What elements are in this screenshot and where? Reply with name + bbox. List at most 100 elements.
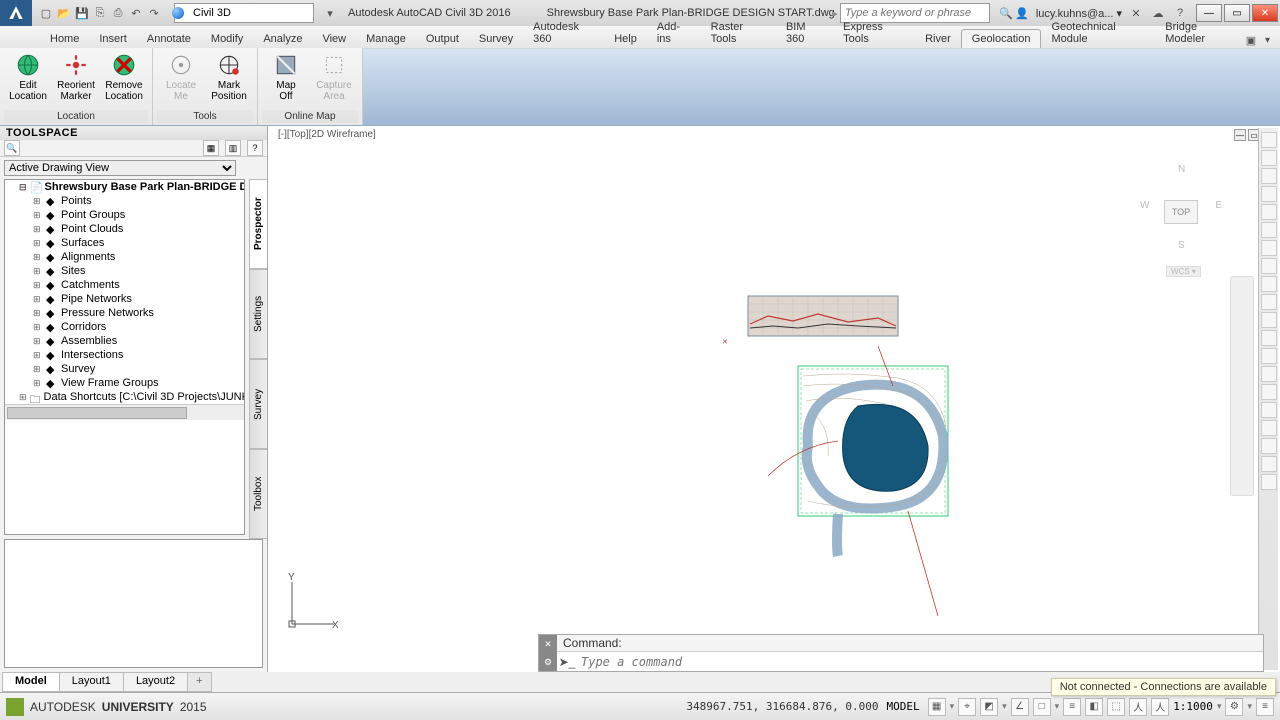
new-icon[interactable]: ▢ <box>38 5 54 21</box>
app-menu-button[interactable] <box>0 0 32 26</box>
ts-help-icon[interactable]: ? <box>247 140 263 156</box>
workspace-switcher[interactable] <box>168 3 314 23</box>
tree-node-alignments[interactable]: ◆Alignments <box>33 250 244 264</box>
grid-icon[interactable]: ▦ <box>928 698 946 716</box>
item-preview-icon[interactable]: 🔍 <box>4 140 20 156</box>
tab-survey[interactable]: Survey <box>469 30 523 48</box>
save-icon[interactable]: 💾 <box>74 5 90 21</box>
tree-hscroll[interactable] <box>5 404 244 420</box>
featured-apps-icon[interactable]: ▣ <box>1243 32 1259 48</box>
rt-btn[interactable] <box>1261 132 1277 148</box>
viewcube-cs[interactable]: WCS ▾ <box>1166 266 1201 277</box>
qat-dropdown-icon[interactable]: ▾ <box>322 5 338 21</box>
edit-location-button[interactable]: EditLocation <box>4 50 52 104</box>
drawing-canvas[interactable]: [-][Top][2D Wireframe] — ▭ ✕ N S W E TOP… <box>268 126 1280 672</box>
rt-btn[interactable] <box>1261 312 1277 328</box>
annovis-icon[interactable]: 人 <box>1151 698 1169 716</box>
plot-icon[interactable]: ⎙ <box>110 5 126 21</box>
transparency-icon[interactable]: ◧ <box>1085 698 1103 716</box>
map-off-button[interactable]: MapOff <box>262 50 310 104</box>
gear-icon[interactable]: ⚙ <box>1225 698 1243 716</box>
tab-home[interactable]: Home <box>40 30 89 48</box>
tree-root[interactable]: 📄 Shrewsbury Base Park Plan-BRIDGE DES..… <box>19 180 244 194</box>
tab-raster-tools[interactable]: Raster Tools <box>701 18 776 48</box>
tab-help[interactable]: Help <box>604 30 647 48</box>
tree-node-pressure-networks[interactable]: ◆Pressure Networks <box>33 306 244 320</box>
rt-btn[interactable] <box>1261 330 1277 346</box>
tab-bridge-modeler[interactable]: Bridge Modeler <box>1155 18 1243 48</box>
rt-btn[interactable] <box>1261 276 1277 292</box>
reorient-marker-button[interactable]: ReorientMarker <box>52 50 100 104</box>
tab-annotate[interactable]: Annotate <box>137 30 201 48</box>
rt-btn[interactable] <box>1261 438 1277 454</box>
rt-btn[interactable] <box>1261 186 1277 202</box>
undo-icon[interactable]: ↶ <box>128 5 144 21</box>
side-tab-toolbox[interactable]: Toolbox <box>249 449 267 539</box>
tab-output[interactable]: Output <box>416 30 469 48</box>
annoscale-icon[interactable]: 人 <box>1129 698 1147 716</box>
layout-add-button[interactable]: + <box>188 673 210 691</box>
layout-tab-model[interactable]: Model <box>3 673 60 691</box>
rt-btn[interactable] <box>1261 474 1277 490</box>
ortho-icon[interactable]: ◩ <box>980 698 998 716</box>
viewcube-e[interactable]: E <box>1215 200 1222 211</box>
tree-node-pipe-networks[interactable]: ◆Pipe Networks <box>33 292 244 306</box>
rt-btn[interactable] <box>1261 294 1277 310</box>
rt-btn[interactable] <box>1261 222 1277 238</box>
tab-manage[interactable]: Manage <box>356 30 416 48</box>
tab-river[interactable]: River <box>915 30 961 48</box>
viewcube[interactable]: N S W E TOP WCS ▾ <box>1138 152 1224 262</box>
viewcube-w[interactable]: W <box>1140 200 1149 211</box>
rt-btn[interactable] <box>1261 168 1277 184</box>
sc-icon[interactable]: ⬚ <box>1107 698 1125 716</box>
lineweight-icon[interactable]: ≡ <box>1063 698 1081 716</box>
viewport-label[interactable]: [-][Top][2D Wireframe] <box>278 129 376 140</box>
viewcube-n[interactable]: N <box>1178 164 1185 175</box>
rt-btn[interactable] <box>1261 240 1277 256</box>
rt-btn[interactable] <box>1261 348 1277 364</box>
toolspace-header[interactable]: TOOLSPACE <box>0 126 267 140</box>
tree-node-points[interactable]: ◆Points <box>33 194 244 208</box>
tree-datashortcuts[interactable]: 🗀 Data Shortcuts [C:\Civil 3D Projects\J… <box>19 390 244 404</box>
layout-tab-layout1[interactable]: Layout1 <box>60 673 124 691</box>
rt-btn[interactable] <box>1261 456 1277 472</box>
rt-btn[interactable] <box>1261 258 1277 274</box>
tab-add-ins[interactable]: Add-ins <box>647 18 701 48</box>
tree-node-catchments[interactable]: ◆Catchments <box>33 278 244 292</box>
tree-node-surfaces[interactable]: ◆Surfaces <box>33 236 244 250</box>
command-line[interactable]: ✕⚙ Command: ➤_ <box>538 634 1264 672</box>
ts-icon-1[interactable]: ▦ <box>203 140 219 156</box>
rt-btn[interactable] <box>1261 150 1277 166</box>
ts-icon-2[interactable]: ▥ <box>225 140 241 156</box>
tab-geotechnical-module[interactable]: Geotechnical Module <box>1041 18 1155 48</box>
tree-node-view-frame-groups[interactable]: ◆View Frame Groups <box>33 376 244 390</box>
tab-express-tools[interactable]: Express Tools <box>833 18 915 48</box>
close-button[interactable]: ✕ <box>1252 4 1278 22</box>
tree-node-survey[interactable]: ◆Survey <box>33 362 244 376</box>
space-indicator[interactable]: MODEL <box>886 700 919 713</box>
ribbon-minimize-icon[interactable]: ▾ <box>1265 35 1270 46</box>
search-icon[interactable]: 🔍 <box>998 5 1014 21</box>
tab-view[interactable]: View <box>312 30 356 48</box>
cmd-handle[interactable]: ✕⚙ <box>539 635 557 671</box>
tree-node-assemblies[interactable]: ◆Assemblies <box>33 334 244 348</box>
remove-location-button[interactable]: RemoveLocation <box>100 50 148 104</box>
rt-btn[interactable] <box>1261 384 1277 400</box>
side-tab-settings[interactable]: Settings <box>249 269 267 359</box>
doc-min-button[interactable]: — <box>1234 129 1246 141</box>
tree-node-sites[interactable]: ◆Sites <box>33 264 244 278</box>
tab-modify[interactable]: Modify <box>201 30 253 48</box>
tree-node-corridors[interactable]: ◆Corridors <box>33 320 244 334</box>
rt-btn[interactable] <box>1261 420 1277 436</box>
rt-btn[interactable] <box>1261 204 1277 220</box>
tree-node-point-clouds[interactable]: ◆Point Clouds <box>33 222 244 236</box>
nav-bar[interactable] <box>1230 276 1254 496</box>
saveas-icon[interactable]: ⎘ <box>92 5 108 21</box>
redo-icon[interactable]: ↷ <box>146 5 162 21</box>
command-input[interactable] <box>577 653 1263 671</box>
workspace-select[interactable] <box>174 3 314 23</box>
layout-tab-layout2[interactable]: Layout2 <box>124 673 188 691</box>
tab-geolocation[interactable]: Geolocation <box>961 29 1042 48</box>
viewcube-s[interactable]: S <box>1178 240 1185 251</box>
menu-icon[interactable]: ≡ <box>1256 698 1274 716</box>
